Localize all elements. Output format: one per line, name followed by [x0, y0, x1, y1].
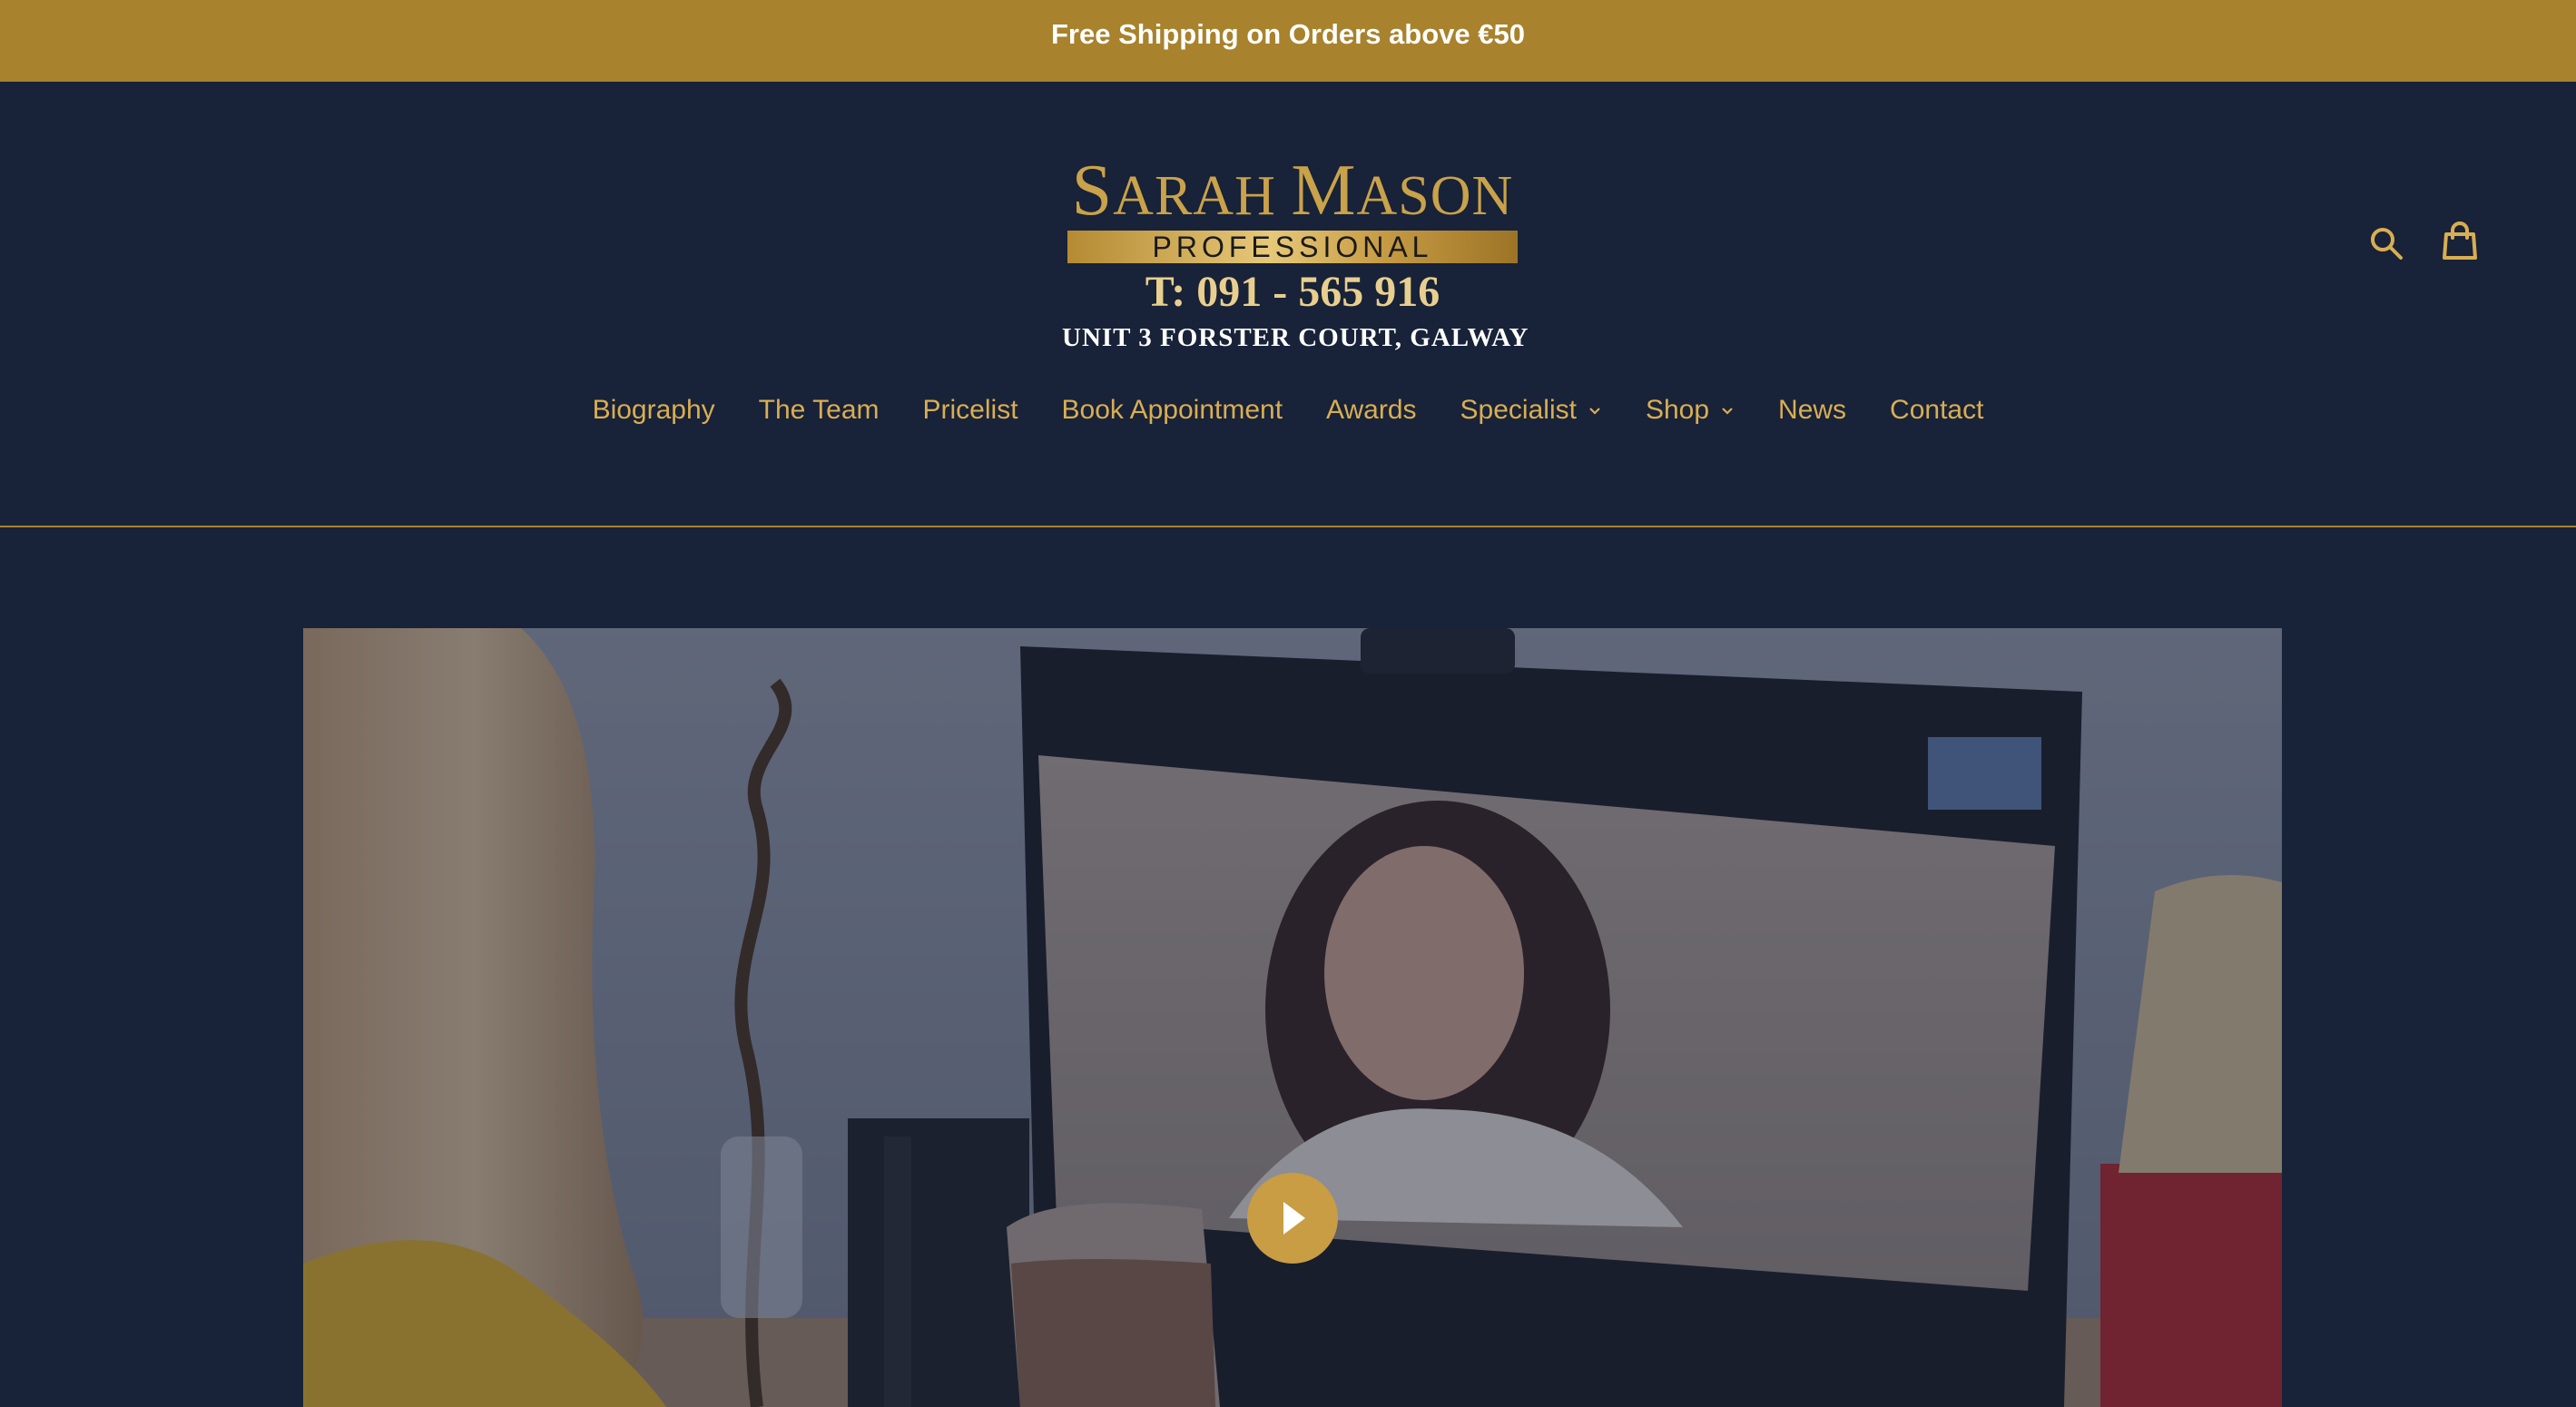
nav-item-awards[interactable]: Awards: [1304, 395, 1439, 426]
announcement-bar: Free Shipping on Orders above €50: [0, 0, 2576, 82]
logo-name: SARAH MASON: [1071, 151, 1514, 231]
nav-item-contact[interactable]: Contact: [1868, 395, 2005, 426]
logo-phone: T: 091 - 565 916: [1145, 268, 1440, 316]
play-icon: [1283, 1202, 1305, 1235]
cart-button[interactable]: [2438, 220, 2482, 263]
nav-item-specialist[interactable]: Specialist: [1439, 395, 1624, 426]
nav-item-pricelist[interactable]: Pricelist: [901, 395, 1040, 426]
chevron-down-icon: [1589, 408, 1600, 415]
nav-item-the-team[interactable]: The Team: [737, 395, 901, 426]
nav-item-shop[interactable]: Shop: [1624, 395, 1756, 426]
chevron-down-icon: [1722, 408, 1733, 415]
play-button[interactable]: [1247, 1173, 1338, 1264]
announcement-text: Free Shipping on Orders above €50: [1051, 17, 1525, 50]
logo-tagline: PROFESSIONAL: [1067, 231, 1518, 263]
site-logo[interactable]: SARAH MASON PROFESSIONAL T: 091 - 565 91…: [1062, 147, 1528, 352]
hero-overlay: [303, 628, 2282, 1407]
site-header: SARAH MASON PROFESSIONAL T: 091 - 565 91…: [0, 82, 2576, 527]
nav-item-news[interactable]: News: [1756, 395, 1868, 426]
cart-icon: [2443, 221, 2477, 260]
main-nav: Biography The Team Pricelist Book Appoin…: [0, 395, 2576, 426]
search-button[interactable]: [2365, 221, 2408, 265]
hero-video[interactable]: [303, 628, 2282, 1407]
search-icon: [2371, 228, 2403, 260]
logo-address: UNIT 3 FORSTER COURT, GALWAY: [1062, 323, 1529, 352]
nav-item-biography[interactable]: Biography: [571, 395, 737, 426]
nav-item-book-appointment[interactable]: Book Appointment: [1040, 395, 1305, 426]
